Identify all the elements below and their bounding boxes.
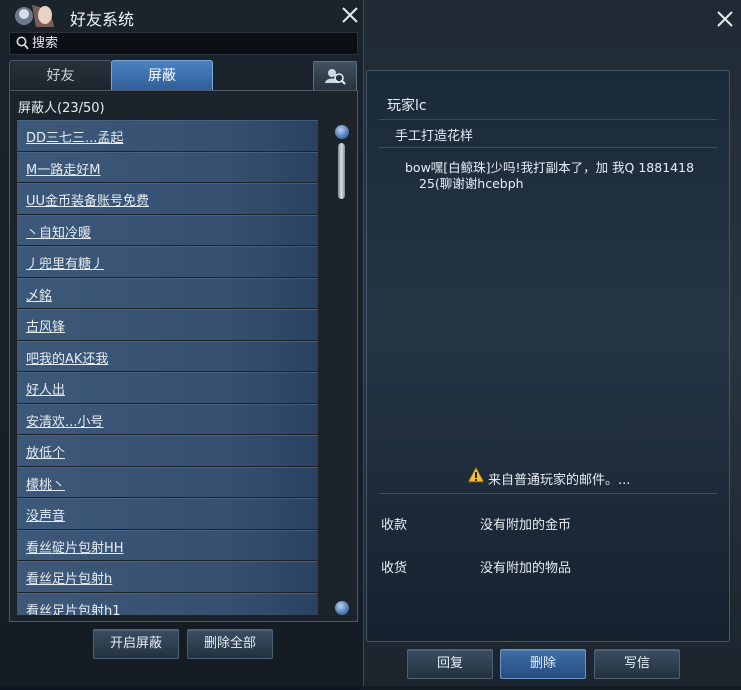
list-item[interactable]: 看丝足片包射h1 [17,592,318,616]
player-name[interactable]: 没声音 [26,505,65,524]
player-name[interactable]: 看丝碇片包射HH [26,537,124,556]
player-name[interactable]: 檬桃丶 [26,474,65,493]
player-name[interactable]: 放低个 [26,442,65,461]
reply-button[interactable]: 回复 [407,649,493,679]
player-name[interactable]: 丶自知冷暖 [26,222,91,241]
mail-sender: 玩家lc [387,98,427,114]
player-name[interactable]: 安清欢...小号 [26,411,103,430]
blocked-count-header: 屏蔽人(23/50) [18,101,105,116]
blocked-list-panel: 屏蔽人(23/50) DD三七三...孟起 M一路走好M UU金币装备账号免费 … [9,90,358,622]
close-icon[interactable] [714,8,736,30]
scroll-up-icon[interactable] [335,125,349,139]
player-name[interactable]: M一路走好M [26,159,100,178]
user-search-icon [325,69,346,85]
divider [379,119,717,120]
warning-icon [467,466,485,483]
payment-value: 没有附加的金币 [480,518,572,533]
friend-system-window: 好友系统 好友 屏蔽 屏蔽人(23/50) DD三七三...孟起 M一路走好M … [0,0,364,686]
goods-value: 没有附加的物品 [480,561,572,576]
delete-all-button[interactable]: 删除全部 [187,629,273,659]
user-search-button[interactable] [313,61,357,91]
scroll-thumb[interactable] [338,143,345,199]
title-bar[interactable]: 好友系统 [0,0,363,32]
tab-blocked[interactable]: 屏蔽 [111,60,213,91]
mail-subject: 手工打造花样 [395,129,474,144]
list-item[interactable]: 古风锋 [17,309,318,340]
mail-detail-panel: 玩家lc 手工打造花样 bow嘿[白鲸珠]少吗!我打副本了，加 我Q 18814… [366,70,730,642]
enable-block-button[interactable]: 开启屏蔽 [93,629,179,659]
list-item[interactable]: DD三七三...孟起 [17,120,318,151]
goods-label: 收货 [381,561,408,576]
search-input[interactable] [32,34,332,53]
list-item[interactable]: 乄銘 [17,277,318,308]
avatar [15,5,54,27]
write-mail-button[interactable]: 写信 [594,649,680,679]
player-name[interactable]: 看丝足片包射h1 [26,600,121,616]
list-item[interactable]: 安清欢...小号 [17,403,318,434]
player-name[interactable]: DD三七三...孟起 [26,127,123,146]
player-name[interactable]: UU金币装备账号免费 [26,190,149,209]
divider [379,493,717,494]
list-item[interactable]: 好人出 [17,372,318,403]
list-item[interactable]: 没声音 [17,498,318,529]
player-name[interactable]: 吧我的AK还我 [26,348,108,367]
payment-label: 收款 [381,518,408,533]
player-name[interactable]: 看丝足片包射h [26,568,112,587]
list-item[interactable]: M一路走好M [17,151,318,182]
mail-notice: 来自普通玩家的邮件。... [488,473,631,488]
window-title: 好友系统 [70,10,135,29]
list-item[interactable]: 放低个 [17,435,318,466]
list-item[interactable]: 看丝碇片包射HH [17,529,318,560]
player-name[interactable]: 古风锋 [26,316,65,335]
scrollbar[interactable] [335,125,349,615]
list-item[interactable]: 丶自知冷暖 [17,214,318,245]
player-name[interactable]: 乄銘 [26,285,52,304]
search-icon [16,36,29,50]
close-icon[interactable] [341,6,359,24]
player-name[interactable]: 丿兜里有糖丿 [26,253,104,272]
scroll-down-icon[interactable] [335,601,349,615]
blocked-list: DD三七三...孟起 M一路走好M UU金币装备账号免费 丶自知冷暖 丿兜里有糖… [17,120,318,615]
list-item[interactable]: 丿兜里有糖丿 [17,246,318,277]
search-box[interactable] [9,32,358,55]
list-item[interactable]: 檬桃丶 [17,466,318,497]
list-item[interactable]: UU金币装备账号免费 [17,183,318,214]
divider [379,147,717,148]
list-item[interactable]: 看丝足片包射h [17,561,318,592]
player-name[interactable]: 好人出 [26,379,65,398]
mail-body-line: 25(聊谢谢hcebph [419,176,524,191]
delete-mail-button[interactable]: 删除 [500,649,586,679]
tab-friends[interactable]: 好友 [9,60,112,91]
list-item[interactable]: 吧我的AK还我 [17,340,318,371]
